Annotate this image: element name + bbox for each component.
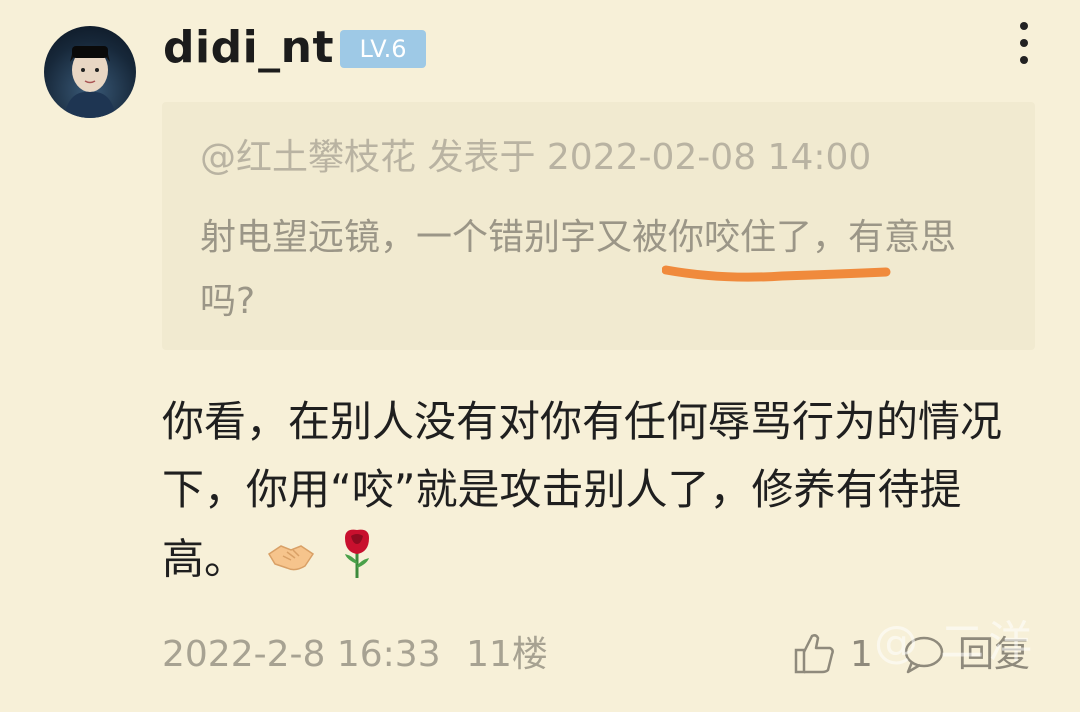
avatar-image [64, 46, 116, 118]
reply-label: 回复 [958, 634, 1031, 675]
quote-text: 射电望远镜，一个错别字又被你咬住了，有意思吗? [200, 217, 957, 322]
more-vertical-icon[interactable] [1006, 18, 1042, 68]
comment-bubble-icon [904, 636, 944, 674]
avatar[interactable] [44, 26, 136, 118]
comment-card: didi_nt LV.6 @红土攀枝花 发表于 2022-02-08 14:00… [0, 0, 1080, 712]
rose-icon [337, 524, 377, 600]
username[interactable]: didi_nt [163, 22, 334, 74]
level-badge: LV.6 [340, 30, 426, 68]
quote-header: @红土攀枝花 发表于 2022-02-08 14:00 [200, 137, 872, 178]
reply-button[interactable]: 回复 [900, 628, 1050, 682]
post-date: 2022-2-8 16:33 [162, 634, 441, 675]
like-count: 1 [850, 634, 873, 675]
floor-number: 11楼 [466, 634, 548, 675]
comment-body: 你看，在别人没有对你有任何辱骂行为的情况下，你用“咬”就是攻击别人了，修养有待提… [162, 388, 1042, 600]
handshake-icon [265, 528, 317, 596]
post-meta: 2022-2-8 16:33 11楼 [162, 632, 548, 678]
like-button[interactable]: 1 [790, 628, 880, 682]
thumbs-up-icon [794, 634, 834, 674]
quoted-post[interactable]: @红土攀枝花 发表于 2022-02-08 14:00 射电望远镜，一个错别字又… [162, 102, 1035, 350]
